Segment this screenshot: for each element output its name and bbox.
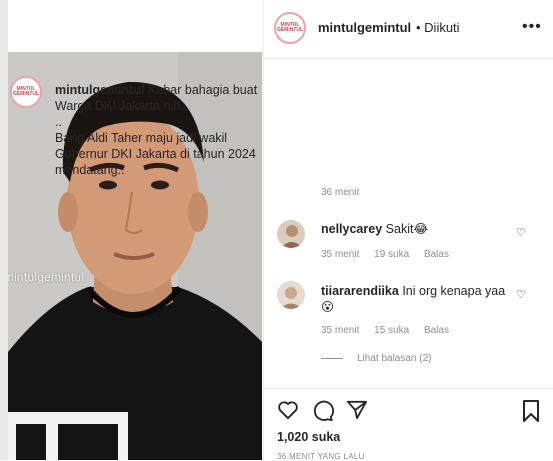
caption-line: Warga DKI Jakarta nih.. xyxy=(55,99,188,113)
likes-count[interactable]: 1,020 suka xyxy=(277,430,340,444)
comment-meta: 35 menit 19 suka Balas xyxy=(321,249,461,260)
caption-line: Bang Aldi Taher maju jadi wakil xyxy=(55,131,228,145)
post-header: MINTUL GEMINTUL mintulgemintul • Diikuti… xyxy=(264,0,553,59)
comment-username[interactable]: tiiararendiika xyxy=(321,284,399,298)
reply-button[interactable]: Balas xyxy=(424,325,449,336)
comment-meta: 35 menit 15 suka Balas xyxy=(321,325,461,336)
photo-watermark: mintulgemintul xyxy=(8,270,85,284)
comment-time: 35 menit xyxy=(321,249,360,260)
comment-avatar[interactable] xyxy=(277,220,305,248)
caption-avatar[interactable]: MINTUL GEMINTUL xyxy=(10,76,42,108)
caption-time: 36 menit xyxy=(321,187,360,198)
comment-like-heart-icon[interactable]: ♡ xyxy=(516,226,526,239)
comment-username[interactable]: nellycarey xyxy=(321,222,382,236)
header-username[interactable]: mintulgemintul xyxy=(318,20,411,35)
comment-emoji: 😮 xyxy=(321,300,335,314)
reply-button[interactable]: Balas xyxy=(424,249,449,260)
caption-line: Kabar bahagia buat xyxy=(148,83,258,97)
comment-avatar-image xyxy=(277,281,305,309)
comment-body: Sakit😂 xyxy=(385,222,429,236)
caption-line: Gubernur DKI Jakarta di tahun 2024 xyxy=(55,147,256,161)
header-avatar[interactable]: MINTUL GEMINTUL xyxy=(274,12,306,44)
post-caption: mintulgemintul Kabar bahagia buat Warga … xyxy=(55,82,283,178)
comment-likes[interactable]: 15 suka xyxy=(374,325,409,336)
comment-time: 35 menit xyxy=(321,325,360,336)
comment-avatar[interactable] xyxy=(277,281,305,309)
comment-avatar-image xyxy=(277,220,305,248)
comment-bubble-icon[interactable] xyxy=(312,400,335,427)
avatar-logo: MINTUL GEMINTUL xyxy=(276,22,304,33)
view-replies-button[interactable]: Lihat balasan (2) xyxy=(321,353,432,364)
follow-status[interactable]: • Diikuti xyxy=(416,20,460,35)
comment-like-heart-icon[interactable]: ♡ xyxy=(516,288,526,301)
comment-body: Ini org kenapa yaa xyxy=(402,284,506,298)
caption-line: mendatang.. xyxy=(55,163,125,177)
comment: tiiararendiika Ini org kenapa yaa 😮 xyxy=(321,283,516,315)
left-edge-strip xyxy=(0,0,8,460)
view-replies-label: Lihat balasan (2) xyxy=(357,353,432,364)
actions-divider xyxy=(264,388,553,389)
more-icon[interactable]: ••• xyxy=(522,18,542,36)
share-paper-plane-icon[interactable] xyxy=(346,400,368,425)
bookmark-icon[interactable] xyxy=(522,400,540,427)
comment: nellycarey Sakit😂 xyxy=(321,221,516,237)
caption-line: .. xyxy=(55,115,62,129)
comment-likes[interactable]: 19 suka xyxy=(374,249,409,260)
like-heart-icon[interactable] xyxy=(277,400,299,425)
panel-divider xyxy=(263,0,264,460)
replies-dash xyxy=(321,358,343,359)
avatar-logo: MINTUL GEMINTUL xyxy=(12,86,40,97)
caption-username[interactable]: mintulgemintul xyxy=(55,83,145,97)
